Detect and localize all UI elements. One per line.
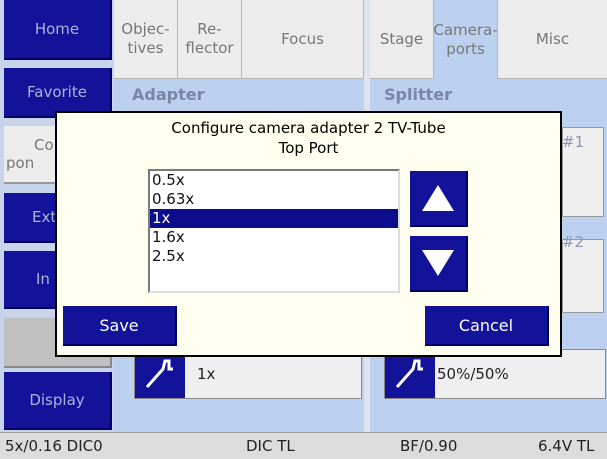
list-item[interactable]: 1.6x (150, 228, 398, 247)
sidebar-item-label: Favorite (27, 83, 87, 101)
list-item[interactable]: 2.5x (150, 247, 398, 266)
list-item[interactable]: 0.5x (150, 171, 398, 190)
sidebar-item-label: Display (29, 391, 85, 409)
sidebar-item-label: Ext (32, 208, 57, 226)
sidebar-item-home[interactable]: Home (4, 0, 112, 60)
tab-label: ports (446, 39, 485, 58)
arrow-up-icon (422, 185, 454, 211)
adapter-value: 1x (197, 365, 216, 383)
adapter-title: Adapter (132, 85, 205, 104)
tab-label: Misc (535, 29, 570, 48)
arrow-down-icon (422, 250, 454, 276)
dialog-title: Configure camera adapter 2 TV-Tube (171, 119, 446, 137)
status-voltage: 6.4V TL (538, 437, 595, 455)
sidebar-item-label: Home (34, 20, 80, 38)
status-objective: 5x/0.16 DIC0 (5, 437, 103, 455)
wrench-icon (135, 350, 185, 398)
tab-focus[interactable]: Focus (242, 0, 364, 79)
tab-label: Camera- (433, 20, 498, 39)
tab-label: Stage (379, 29, 424, 48)
sidebar-item-label: pon (6, 154, 35, 172)
tab-label: Objec- (121, 20, 170, 38)
move-down-button[interactable] (410, 236, 468, 292)
save-button[interactable]: Save (63, 306, 177, 346)
sidebar-item-label: In (36, 270, 50, 288)
dialog-subtitle: Top Port (278, 139, 339, 157)
list-item-selected[interactable]: 1x (150, 209, 398, 228)
tab-objectives[interactable]: Objec-tives (114, 0, 178, 79)
splitter-port-2-label: #2 (562, 233, 585, 251)
tab-reflector[interactable]: Re-flector (178, 0, 242, 79)
splitter-title: Splitter (384, 85, 452, 104)
list-item[interactable]: 0.63x (150, 190, 398, 209)
tab-label: tives (127, 39, 164, 57)
splitter-value: 50%/50% (437, 365, 509, 383)
wrench-icon (385, 350, 435, 398)
move-up-button[interactable] (410, 171, 468, 227)
tab-label: flector (185, 39, 234, 57)
tab-label: Focus (281, 29, 324, 48)
tab-misc[interactable]: Misc (498, 0, 607, 79)
status-illumination: BF/0.90 (400, 437, 458, 455)
magnification-list[interactable]: 0.5x 0.63x 1x 1.6x 2.5x (148, 169, 400, 293)
sidebar-item-label: Co (34, 136, 54, 154)
tab-stage[interactable]: Stage (370, 0, 434, 79)
status-contrast: DIC TL (246, 437, 295, 455)
sidebar-item-display[interactable]: Display (4, 372, 112, 430)
splitter-port-1-label: #1 (562, 133, 585, 151)
cancel-button[interactable]: Cancel (425, 306, 549, 346)
tab-label: Re- (197, 20, 222, 38)
configure-adapter-dialog: Configure camera adapter 2 TV-Tube Top P… (55, 111, 562, 357)
tab-cameraports[interactable]: Camera-ports (433, 0, 498, 79)
status-bar: 5x/0.16 DIC0 DIC TL BF/0.90 6.4V TL (0, 432, 607, 459)
